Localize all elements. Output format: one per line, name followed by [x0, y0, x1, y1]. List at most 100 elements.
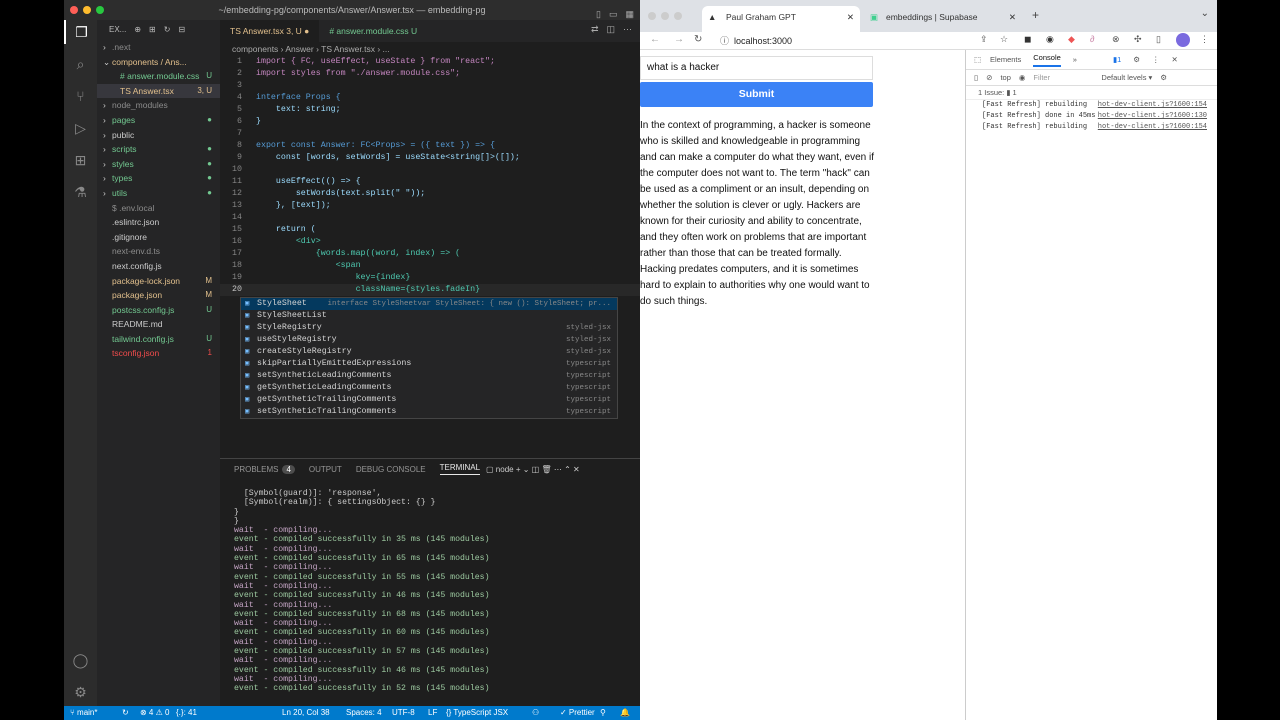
extension-icon[interactable]: ⊗	[1112, 34, 1120, 45]
code-line[interactable]: 9 const [words, setWords] = useState<str…	[220, 152, 640, 164]
indentation[interactable]: Spaces: 4	[346, 706, 382, 720]
run-debug-icon[interactable]: ▷	[64, 116, 97, 140]
close-tab-icon[interactable]: ✕	[847, 6, 854, 28]
code-line[interactable]: 16 <div>	[220, 236, 640, 248]
branch-indicator[interactable]: ⑂ main*	[70, 706, 97, 720]
file-tree-item[interactable]: › public	[97, 128, 220, 143]
terminal-name[interactable]: node	[496, 465, 514, 474]
tab-answer-tsx[interactable]: TS Answer.tsx 3, U ●	[220, 20, 320, 42]
tab-elements[interactable]: Elements	[990, 55, 1021, 64]
prettier-status[interactable]: ✓ Prettier	[560, 706, 595, 720]
file-tree-item[interactable]: tailwind.config.js U	[97, 332, 220, 347]
code-line[interactable]: 20 className={styles.fadeIn}	[220, 284, 640, 296]
inspect-icon[interactable]: ⬚	[974, 55, 981, 64]
file-tree-item[interactable]: $ .env.local	[97, 201, 220, 216]
more-icon[interactable]: ⋮	[1152, 55, 1160, 64]
code-line[interactable]: 14	[220, 212, 640, 224]
minimize-window-button[interactable]	[83, 6, 91, 14]
notifications-icon[interactable]: 🔔	[620, 706, 630, 720]
suggestion-item[interactable]: ▣ createStyleRegistry styled-jsx	[241, 346, 617, 358]
file-tree-item[interactable]: next.config.js	[97, 259, 220, 274]
tab-output[interactable]: OUTPUT	[309, 465, 342, 474]
extension-icon[interactable]: ◆	[1068, 34, 1075, 45]
breadcrumb[interactable]: components › Answer › TS Answer.tsx › ..…	[220, 42, 640, 56]
tab-answer-module-css[interactable]: # answer.module.css U	[319, 20, 427, 42]
suggestion-item[interactable]: ▣ StyleSheet interface StyleSheetvar Style…	[241, 298, 617, 310]
log-source-link[interactable]: hot-dev-client.js?1600:154	[1098, 122, 1207, 133]
bookmark-star-icon[interactable]: ☆	[1000, 34, 1008, 45]
explorer-icon[interactable]: ❐	[64, 20, 97, 44]
code-line[interactable]: 6}	[220, 116, 640, 128]
new-tab-icon[interactable]: +	[1032, 8, 1039, 22]
file-tree-item[interactable]: › types ●	[97, 171, 220, 186]
file-tree-item[interactable]: package.json M	[97, 288, 220, 303]
settings-gear-icon[interactable]: ⚙	[1133, 55, 1140, 64]
search-icon[interactable]: ⌕	[64, 52, 97, 76]
close-panel-icon[interactable]: ✕	[573, 465, 580, 474]
log-source-link[interactable]: hot-dev-client.js?1600:154	[1098, 100, 1207, 111]
file-tree-item[interactable]: # answer.module.css U	[97, 69, 220, 84]
code-line[interactable]: 15 return (	[220, 224, 640, 236]
tab-terminal[interactable]: TERMINAL	[439, 463, 481, 475]
clear-console-icon[interactable]: ⊘	[986, 73, 992, 82]
account-icon[interactable]: ◯	[64, 648, 97, 672]
forward-icon[interactable]: →	[674, 34, 684, 45]
code-line[interactable]: 3	[220, 80, 640, 92]
file-tree-item[interactable]: TS Answer.tsx 3, U	[97, 83, 220, 99]
log-levels-select[interactable]: Default levels ▾	[1101, 73, 1152, 82]
suggestion-item[interactable]: ▣ getSyntheticTrailingComments typescript	[241, 394, 617, 406]
file-tree-item[interactable]: › styles ●	[97, 157, 220, 172]
line-ending[interactable]: LF	[428, 706, 437, 720]
compare-icon[interactable]: ⇄	[591, 24, 599, 35]
code-line[interactable]: 4 interface Props {	[220, 92, 640, 104]
file-tree-item[interactable]: .gitignore	[97, 230, 220, 245]
sidebar-icon[interactable]: ▯	[1156, 34, 1161, 45]
issues-bar[interactable]: 1 Issue: ▮ 1	[966, 86, 1217, 100]
code-line[interactable]: 13 }, [text]);	[220, 200, 640, 212]
terminal-dropdown-icon[interactable]: ⌄	[523, 465, 530, 474]
tab-problems[interactable]: PROBLEMS 4	[234, 464, 295, 474]
new-folder-icon[interactable]: ⊞	[149, 20, 156, 40]
code-line[interactable]: 17 {words.map((word, index) => (	[220, 248, 640, 260]
address-bar[interactable]: localhost:3000	[734, 33, 996, 49]
console-log-entry[interactable]: [Fast Refresh] done in 45ms hot-dev-clien…	[966, 111, 1217, 122]
menu-icon[interactable]: ⋮	[1200, 34, 1209, 45]
suggestion-item[interactable]: ▣ StyleSheetList	[241, 310, 617, 322]
code-line[interactable]: 8 export const Answer: FC<Props> = ({ tex…	[220, 140, 640, 152]
suggestion-item[interactable]: ▣ setSyntheticTrailingComments typescript	[241, 406, 617, 418]
file-tree-item[interactable]: › utils ●	[97, 186, 220, 201]
more-icon[interactable]: ⋯	[554, 465, 564, 474]
submit-button[interactable]: Submit	[640, 82, 873, 107]
split-terminal-icon[interactable]: ◫	[532, 465, 542, 474]
code-line[interactable]: 12 setWords(text.split(" "));	[220, 188, 640, 200]
suggestion-item[interactable]: ▣ useStyleRegistry styled-jsx	[241, 334, 617, 346]
minimize-window-button[interactable]	[661, 12, 669, 20]
file-tree-item[interactable]: next-env.d.ts	[97, 244, 220, 259]
extensions-puzzle-icon[interactable]: ✣	[1134, 34, 1142, 45]
file-tree-item[interactable]: › scripts ●	[97, 142, 220, 157]
share-icon[interactable]: ⇪	[980, 34, 988, 45]
tab-console[interactable]: Console	[1033, 53, 1061, 67]
code-line[interactable]: 2 import styles from "./answer.module.css…	[220, 68, 640, 80]
back-icon[interactable]: ←	[650, 34, 660, 45]
extension-icon[interactable]: ◉	[1046, 34, 1054, 45]
maximize-panel-icon[interactable]: ⌃	[564, 465, 571, 474]
new-file-icon[interactable]: ⊕	[134, 20, 141, 40]
query-input[interactable]: what is a hacker	[640, 56, 873, 80]
code-line[interactable]: 11 useEffect(() => {	[220, 176, 640, 188]
extension-icon[interactable]: ∂	[1090, 34, 1094, 44]
extension-icon[interactable]: ◼	[1024, 34, 1031, 45]
suggestion-item[interactable]: ▣ skipPartiallyEmittedExpressions typescri…	[241, 358, 617, 370]
feedback-icon[interactable]: ⚲	[600, 706, 606, 720]
trash-icon[interactable]: 🗑	[541, 465, 551, 474]
cursor-position[interactable]: Ln 20, Col 38	[282, 706, 330, 720]
code-line[interactable]: 7	[220, 128, 640, 140]
extensions-icon[interactable]: ⊞	[64, 148, 97, 172]
more-tabs-icon[interactable]: »	[1073, 55, 1077, 64]
live-share-icon[interactable]: ⚇	[532, 706, 539, 720]
file-tree-item[interactable]: README.md	[97, 317, 220, 332]
file-tree-item[interactable]: postcss.config.js U	[97, 303, 220, 318]
autocomplete-suggestions[interactable]: ▣ StyleSheet interface StyleSheetvar Style…	[240, 297, 618, 419]
browser-tab-paul-graham-gpt[interactable]: ▲ Paul Graham GPT ✕	[702, 6, 860, 32]
console-log-entry[interactable]: [Fast Refresh] rebuilding hot-dev-client.…	[966, 100, 1217, 111]
